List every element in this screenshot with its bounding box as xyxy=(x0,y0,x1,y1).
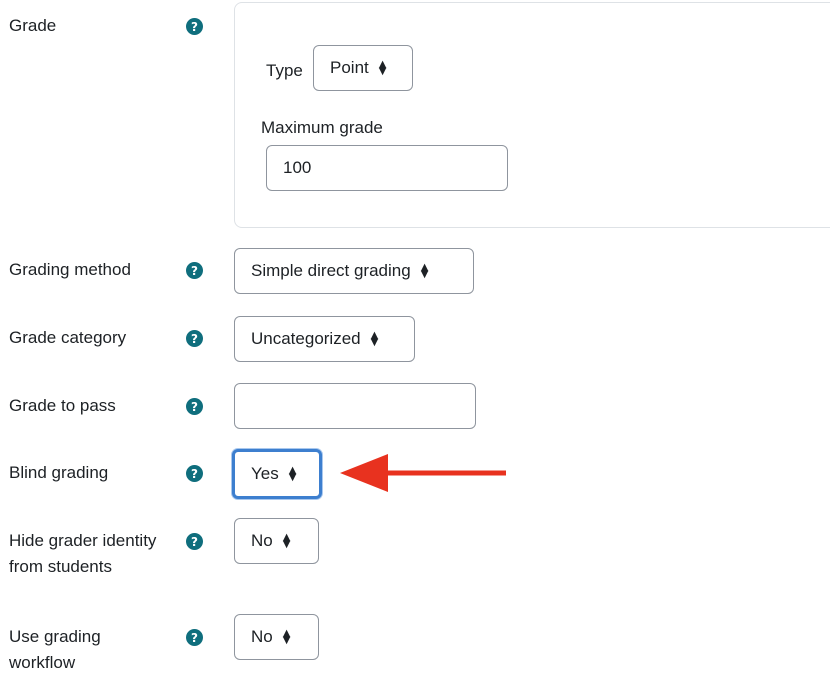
blind-grading-help-icon[interactable]: ? xyxy=(186,465,203,482)
grade-to-pass-input[interactable] xyxy=(234,383,476,429)
blind-grading-select[interactable]: Yes ▲ ▼ xyxy=(232,449,322,499)
select-caret-icon: ▲ ▼ xyxy=(282,628,291,646)
use-grading-workflow-value: No xyxy=(251,627,273,646)
select-caret-icon: ▲ ▼ xyxy=(378,59,387,77)
hide-grader-identity-value: No xyxy=(251,531,273,550)
grade-to-pass-label: Grade to pass xyxy=(9,396,116,415)
annotation-arrow-icon xyxy=(340,454,506,492)
hide-grader-identity-select[interactable]: No ▲ ▼ xyxy=(234,518,319,564)
select-caret-icon: ▲ ▼ xyxy=(288,465,297,483)
grade-label: Grade xyxy=(9,16,57,35)
grading-method-select[interactable]: Simple direct grading ▲ ▼ xyxy=(234,248,474,294)
select-caret-icon: ▲ ▼ xyxy=(420,262,429,280)
grade-category-value: Uncategorized xyxy=(251,329,361,348)
grade-type-select[interactable]: Point ▲ ▼ xyxy=(313,45,413,91)
grade-category-select[interactable]: Uncategorized ▲ ▼ xyxy=(234,316,415,362)
grading-method-label: Grading method xyxy=(9,260,131,279)
grade-category-label: Grade category xyxy=(9,328,127,347)
use-grading-workflow-select[interactable]: No ▲ ▼ xyxy=(234,614,319,660)
grade-help-icon[interactable]: ? xyxy=(186,18,203,35)
select-caret-icon: ▲ ▼ xyxy=(282,532,291,550)
use-grading-workflow-help-icon[interactable]: ? xyxy=(186,629,203,646)
blind-grading-label: Blind grading xyxy=(9,463,109,482)
max-grade-value: 100 xyxy=(283,158,312,177)
grading-method-value: Simple direct grading xyxy=(251,261,411,280)
use-grading-workflow-label: Use grading workflow xyxy=(9,627,101,672)
grade-to-pass-help-icon[interactable]: ? xyxy=(186,398,203,415)
hide-grader-identity-label: Hide grader identity from students xyxy=(9,531,157,576)
select-caret-icon: ▲ ▼ xyxy=(370,330,379,348)
max-grade-input[interactable]: 100 xyxy=(266,145,508,191)
max-grade-label: Maximum grade xyxy=(261,118,383,137)
grade-type-label: Type xyxy=(266,61,303,80)
grade-category-help-icon[interactable]: ? xyxy=(186,330,203,347)
grading-method-help-icon[interactable]: ? xyxy=(186,262,203,279)
hide-grader-identity-help-icon[interactable]: ? xyxy=(186,533,203,550)
blind-grading-value: Yes xyxy=(251,464,279,483)
grade-type-value: Point xyxy=(330,58,369,77)
